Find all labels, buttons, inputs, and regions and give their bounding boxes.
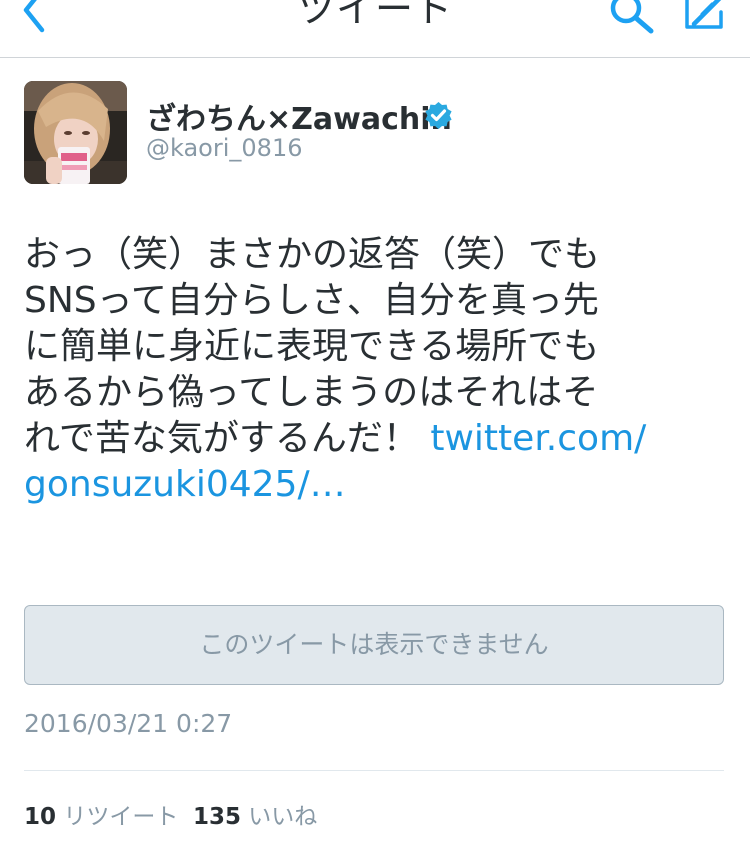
divider — [24, 770, 724, 771]
tweet-text-line: に簡単に身近に表現できる場所でも — [24, 326, 600, 367]
verified-badge-icon — [425, 102, 452, 129]
tweet-text-line: れで苦な気がするんだ！ twitter.com/ — [24, 416, 724, 462]
profile-photo — [24, 81, 127, 184]
tweet-timestamp[interactable]: 2016/03/21 0:27 — [24, 709, 232, 738]
tweet-text-segment: れで苦な気がするんだ！ — [24, 418, 419, 459]
retweets-label: リツイート — [63, 804, 179, 830]
likes-label: いいね — [248, 804, 318, 830]
likes-stat[interactable]: 135 いいね — [193, 804, 317, 830]
search-button[interactable] — [606, 0, 658, 38]
tweet-stats: 10 リツイート 135 いいね — [24, 797, 317, 831]
tweet-text-line: SNSって自分らしさ、自分を真っ先 — [24, 280, 599, 321]
compose-icon — [685, 0, 723, 29]
user-handle[interactable]: @kaori_0816 — [146, 134, 302, 162]
search-icon — [610, 0, 654, 34]
display-name[interactable]: ざわちん×Zawachin — [146, 94, 452, 138]
tweet-text-line: おっ（笑）まさかの返答（笑）でも — [24, 234, 601, 275]
tweet-link-continued[interactable]: gonsuzuki0425/… — [24, 464, 346, 505]
likes-count: 135 — [192, 804, 241, 830]
tweet-text-line: あるから偽ってしまうのはそれはそ — [24, 372, 599, 413]
tweet-text-line: gonsuzuki0425/… — [24, 462, 724, 508]
compose-button[interactable] — [680, 0, 730, 36]
retweets-count: 10 — [24, 804, 57, 830]
tweet-link[interactable]: twitter.com/ — [430, 418, 646, 459]
navigation-bar: ツイート — [0, 0, 750, 58]
retweets-stat[interactable]: 10 リツイート — [24, 804, 178, 830]
tweet-text: おっ（笑）まさかの返答（笑）でも SNSって自分らしさ、自分を真っ先 に簡単に身… — [24, 232, 724, 508]
quoted-tweet-unavailable[interactable]: このツイートは表示できません — [24, 605, 724, 685]
avatar[interactable] — [24, 81, 127, 184]
